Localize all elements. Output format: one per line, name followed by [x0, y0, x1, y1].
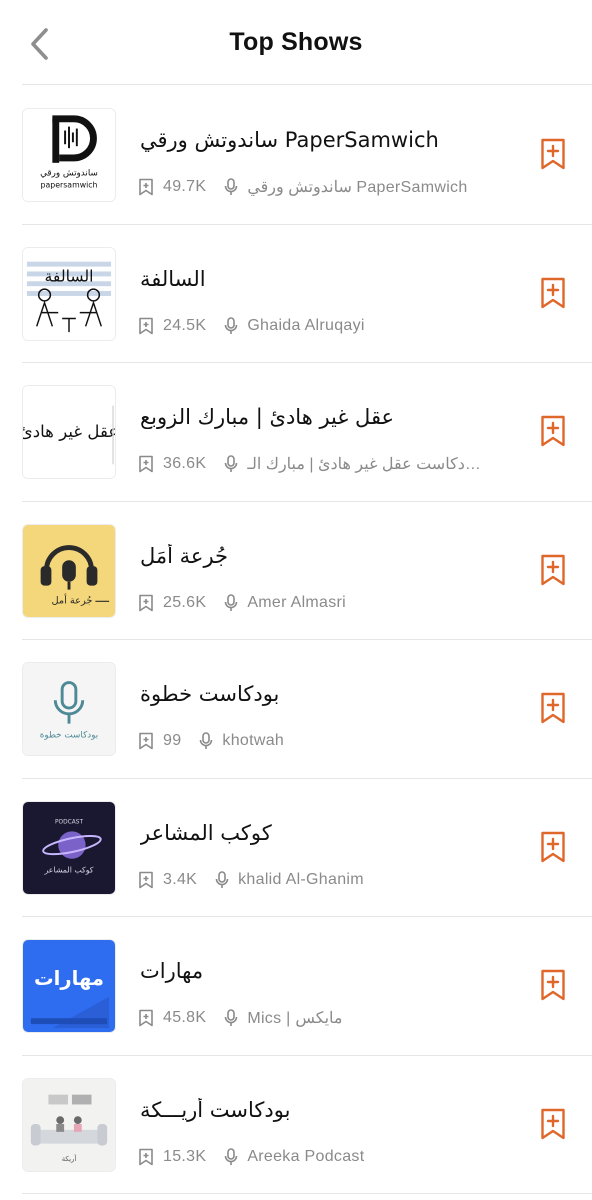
- podcast-cover: مهارات: [22, 939, 116, 1033]
- podcast-cover: جُرعة أمل: [22, 523, 116, 618]
- show-title: جُرعة أمَل: [140, 543, 229, 568]
- author-name: بودكاست عقل غير هادئ | مبارك الـ...: [247, 456, 487, 473]
- list-item[interactable]: ساندوتش ورقي papersamwich ساندوتش ورقي P…: [0, 86, 592, 225]
- subscribe-button[interactable]: [540, 969, 566, 1001]
- show-title: بودكاست أريـــكة: [140, 1097, 291, 1122]
- microphone-icon: [225, 593, 238, 611]
- bookmark-add-icon: [541, 277, 565, 308]
- show-meta: 3.4K khalid Al-Ghanim: [138, 869, 364, 891]
- svg-text:عقل غير هادئ: عقل غير هادئ: [23, 422, 115, 442]
- subscriber-count: 99: [163, 732, 182, 749]
- subscribers-icon: [139, 178, 153, 196]
- show-meta: 15.3K Areeka Podcast: [138, 1146, 364, 1168]
- bookmark-add-icon: [541, 138, 565, 170]
- podcast-cover: السالفة: [22, 246, 116, 341]
- subscriber-count: 24.5K: [163, 316, 207, 334]
- list-item[interactable]: PODCAST كوكب المشاعر كوكب المشاعر 3.4K k…: [0, 779, 592, 917]
- subscribe-button[interactable]: [540, 415, 566, 447]
- svg-text:PODCAST: PODCAST: [55, 819, 83, 825]
- bookmark-add-icon: [541, 692, 565, 724]
- show-meta: 49.7K ساندوتش ورقي PaperSamwich: [138, 176, 468, 198]
- show-title: بودكاست خطوة: [140, 682, 280, 706]
- top-bar: Top Shows: [0, 0, 592, 86]
- subscriber-count: 15.3K: [163, 1147, 207, 1165]
- microphone-icon: [225, 1009, 238, 1026]
- subscribers-icon: [139, 594, 153, 611]
- bookmark-add-icon: [541, 554, 565, 585]
- podcast-cover: ساندوتش ورقي papersamwich: [22, 108, 116, 202]
- show-meta: 24.5K Ghaida Alruqayi: [138, 315, 365, 337]
- author-name: Ghaida Alruqayi: [247, 316, 365, 334]
- subscribe-button[interactable]: [540, 277, 566, 309]
- row-divider: [22, 1193, 592, 1194]
- svg-text:ساندوتش ورقي: ساندوتش ورقي: [40, 169, 98, 179]
- subscribe-button[interactable]: [540, 1108, 566, 1140]
- subscribers-icon: [139, 1009, 153, 1027]
- author-name: Areeka Podcast: [247, 1147, 365, 1165]
- show-meta: 36.6K بودكاست عقل غير هادئ | مبارك الـ..…: [138, 453, 487, 475]
- bookmark-add-icon: [541, 969, 565, 1001]
- author-name: ساندوتش ورقي PaperSamwich: [247, 179, 468, 196]
- bookmark-add-icon: [541, 415, 565, 447]
- show-meta: 45.8K Mics | مايكس: [138, 1007, 342, 1029]
- show-title: ساندوتش ورقي PaperSamwich: [140, 128, 439, 152]
- bookmark-add-icon: [541, 831, 565, 862]
- podcast-cover: أريكة: [22, 1077, 116, 1172]
- shows-list: ساندوتش ورقي papersamwich ساندوتش ورقي P…: [0, 86, 592, 1194]
- svg-text:كوكب المشاعر: كوكب المشاعر: [43, 865, 93, 874]
- list-item[interactable]: جُرعة أمل جُرعة أمَل 25.6K Amer Almasri: [0, 502, 592, 640]
- author-name: Mics | مايكس: [247, 1010, 343, 1027]
- author-name: khotwah: [222, 732, 285, 749]
- subscribe-button[interactable]: [540, 138, 566, 170]
- subscribe-button[interactable]: [540, 554, 566, 586]
- subscribers-icon: [139, 871, 153, 888]
- show-meta: 25.6K Amer Almasri: [138, 592, 346, 614]
- list-item[interactable]: أريكة بودكاست أريـــكة 15.3K Areeka Podc…: [0, 1056, 592, 1194]
- microphone-icon: [225, 455, 238, 472]
- subscriber-count: 3.4K: [163, 870, 198, 888]
- svg-text:بودكاست خطوة: بودكاست خطوة: [40, 730, 98, 740]
- header-divider: [22, 84, 592, 85]
- podcast-cover: بودكاست خطوة: [22, 662, 116, 756]
- svg-text:مهارات: مهارات: [34, 967, 104, 990]
- subscribers-icon: [139, 455, 153, 473]
- bookmark-add-icon: [541, 1108, 565, 1139]
- show-title: السالفة: [140, 266, 206, 291]
- microphone-icon: [215, 870, 229, 888]
- subscribers-icon: [139, 1148, 153, 1165]
- show-title: عقل غير هادئ | مبارك الزوبع: [140, 405, 395, 429]
- list-item[interactable]: عقل غير هادئ عقل غير هادئ | مبارك الزوبع…: [0, 363, 592, 502]
- svg-text:أريكة: أريكة: [62, 1154, 77, 1163]
- author-name: khalid Al-Ghanim: [238, 870, 364, 888]
- podcast-cover: عقل غير هادئ: [22, 385, 116, 479]
- podcast-cover: PODCAST كوكب المشاعر: [22, 800, 116, 895]
- subscribe-button[interactable]: [540, 692, 566, 724]
- subscribers-icon: [139, 732, 153, 750]
- subscriber-count: 36.6K: [163, 455, 207, 472]
- show-title: كوكب المشاعر: [140, 820, 272, 845]
- svg-text:papersamwich: papersamwich: [41, 180, 98, 189]
- author-name: Amer Almasri: [247, 593, 347, 611]
- microphone-icon: [200, 732, 213, 749]
- subscriber-count: 25.6K: [163, 593, 207, 611]
- show-meta: 99 khotwah: [138, 730, 284, 752]
- microphone-icon: [225, 1147, 238, 1165]
- subscriber-count: 49.7K: [163, 178, 207, 195]
- svg-text:السالفة: السالفة: [45, 266, 94, 285]
- subscribe-button[interactable]: [540, 831, 566, 863]
- microphone-icon: [225, 316, 238, 334]
- list-item[interactable]: مهارات مهارات 45.8K Mics | مايكس: [0, 917, 592, 1056]
- page-title: Top Shows: [229, 28, 363, 56]
- subscriber-count: 45.8K: [163, 1009, 207, 1026]
- svg-text:جُرعة أمل: جُرعة أمل: [51, 593, 92, 606]
- list-item[interactable]: بودكاست خطوة بودكاست خطوة 99 khotwah: [0, 640, 592, 779]
- list-item[interactable]: السالفة السالفة 24.5K Ghaida Alruqayi: [0, 225, 592, 363]
- microphone-icon: [225, 178, 238, 195]
- subscribers-icon: [139, 317, 153, 334]
- show-title: مهارات: [140, 959, 204, 983]
